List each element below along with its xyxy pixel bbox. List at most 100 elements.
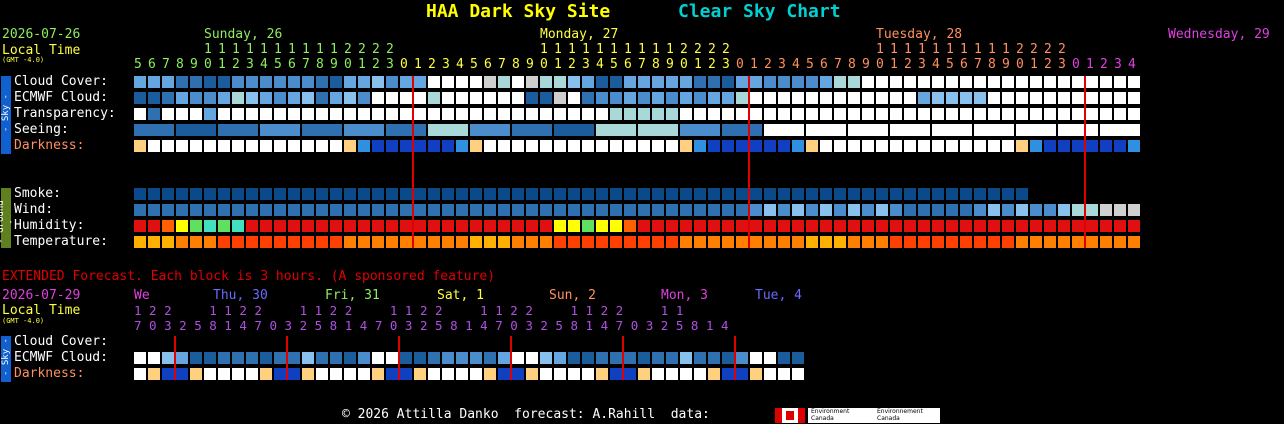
humidity-block <box>1086 220 1098 232</box>
wind-block <box>1016 204 1028 216</box>
extended-darkness-block <box>792 368 804 380</box>
cloud-cover-block <box>358 76 370 88</box>
cloud-cover-block <box>1030 76 1042 88</box>
darkness-block <box>1016 140 1028 152</box>
humidity-block <box>400 220 412 232</box>
transparency-block <box>288 108 300 120</box>
extended-darkness-block <box>666 368 678 380</box>
cloud-cover-block <box>400 76 412 88</box>
temperature-block <box>414 236 426 248</box>
transparency-block <box>428 108 440 120</box>
cloud-cover-block <box>1128 76 1140 88</box>
cloud-cover-block <box>148 76 160 88</box>
extended-darkness-block <box>568 368 580 380</box>
smoke-block <box>988 188 1000 200</box>
extended-darkness-block <box>442 368 454 380</box>
humidity-block <box>134 220 146 232</box>
humidity-block <box>1002 220 1014 232</box>
wind-block <box>442 204 454 216</box>
humidity-block <box>176 220 188 232</box>
darkness-block <box>1030 140 1042 152</box>
wind-block <box>372 204 384 216</box>
wind-block <box>302 204 314 216</box>
extended-darkness-block <box>288 368 300 380</box>
temperature-block <box>862 236 874 248</box>
temperature-block <box>190 236 202 248</box>
cloud-cover-block <box>274 76 286 88</box>
smoke-block <box>1016 188 1028 200</box>
extended-midnight-line <box>398 336 400 380</box>
extended-ecmwf-cloud-block <box>512 352 524 364</box>
humidity-block <box>316 220 328 232</box>
humidity-block <box>148 220 160 232</box>
temperature-block <box>1044 236 1056 248</box>
smoke-block <box>848 188 860 200</box>
ecmwf-cloud-block <box>1044 92 1056 104</box>
extended-ecmwf-cloud-block <box>288 352 300 364</box>
temperature-block <box>666 236 678 248</box>
darkness-block <box>680 140 692 152</box>
temperature-block <box>148 236 160 248</box>
wind-block <box>764 204 776 216</box>
smoke-block <box>344 188 356 200</box>
darkness-block <box>806 140 818 152</box>
cloud-cover-block <box>260 76 272 88</box>
extended-ecmwf-cloud-block <box>484 352 496 364</box>
extended-darkness-block <box>512 368 524 380</box>
extended-cloud-cover-block <box>204 336 216 348</box>
ecmwf-cloud-block <box>316 92 328 104</box>
canada-flag-icon <box>775 408 805 423</box>
smoke-block <box>190 188 202 200</box>
humidity-block <box>358 220 370 232</box>
seeing-block <box>260 124 300 136</box>
cloud-cover-block <box>232 76 244 88</box>
darkness-block <box>134 140 146 152</box>
ecmwf-cloud-block <box>358 92 370 104</box>
cloud-cover-block <box>652 76 664 88</box>
transparency-block <box>946 108 958 120</box>
wind-block <box>176 204 188 216</box>
temperature-block <box>568 236 580 248</box>
cloud-cover-block <box>1016 76 1028 88</box>
cloud-cover-block <box>904 76 916 88</box>
transparency-block <box>960 108 972 120</box>
humidity-block <box>918 220 930 232</box>
extended-ecmwf-cloud-block <box>666 352 678 364</box>
cloud-cover-block <box>484 76 496 88</box>
wind-block <box>134 204 146 216</box>
darkness-block <box>176 140 188 152</box>
ecmwf-cloud-block <box>1030 92 1042 104</box>
ecmwf-cloud-block <box>708 92 720 104</box>
transparency-block <box>260 108 272 120</box>
extended-cloud-cover-block <box>288 336 300 348</box>
smoke-block <box>330 188 342 200</box>
extended-cloud-cover-block <box>456 336 468 348</box>
smoke-block <box>960 188 972 200</box>
transparency-block <box>834 108 846 120</box>
extended-darkness-block <box>456 368 468 380</box>
cloud-cover-block <box>218 76 230 88</box>
temperature-block <box>288 236 300 248</box>
ecmwf-cloud-block <box>302 92 314 104</box>
extended-darkness-block <box>554 368 566 380</box>
darkness-block <box>750 140 762 152</box>
transparency-block <box>372 108 384 120</box>
extended-darkness-block <box>638 368 650 380</box>
extended-ecmwf-cloud-block <box>218 352 230 364</box>
humidity-block <box>288 220 300 232</box>
transparency-block <box>456 108 468 120</box>
smoke-block <box>666 188 678 200</box>
darkness-block <box>918 140 930 152</box>
extended-darkness-block <box>148 368 160 380</box>
smoke-block <box>386 188 398 200</box>
temperature-block <box>260 236 272 248</box>
ecmwf-cloud-block <box>792 92 804 104</box>
smoke-block <box>778 188 790 200</box>
wind-block <box>344 204 356 216</box>
transparency-block <box>330 108 342 120</box>
wind-block <box>484 204 496 216</box>
temperature-block <box>974 236 986 248</box>
smoke-block <box>302 188 314 200</box>
extended-darkness-block <box>316 368 328 380</box>
ecmwf-cloud-block <box>890 92 902 104</box>
